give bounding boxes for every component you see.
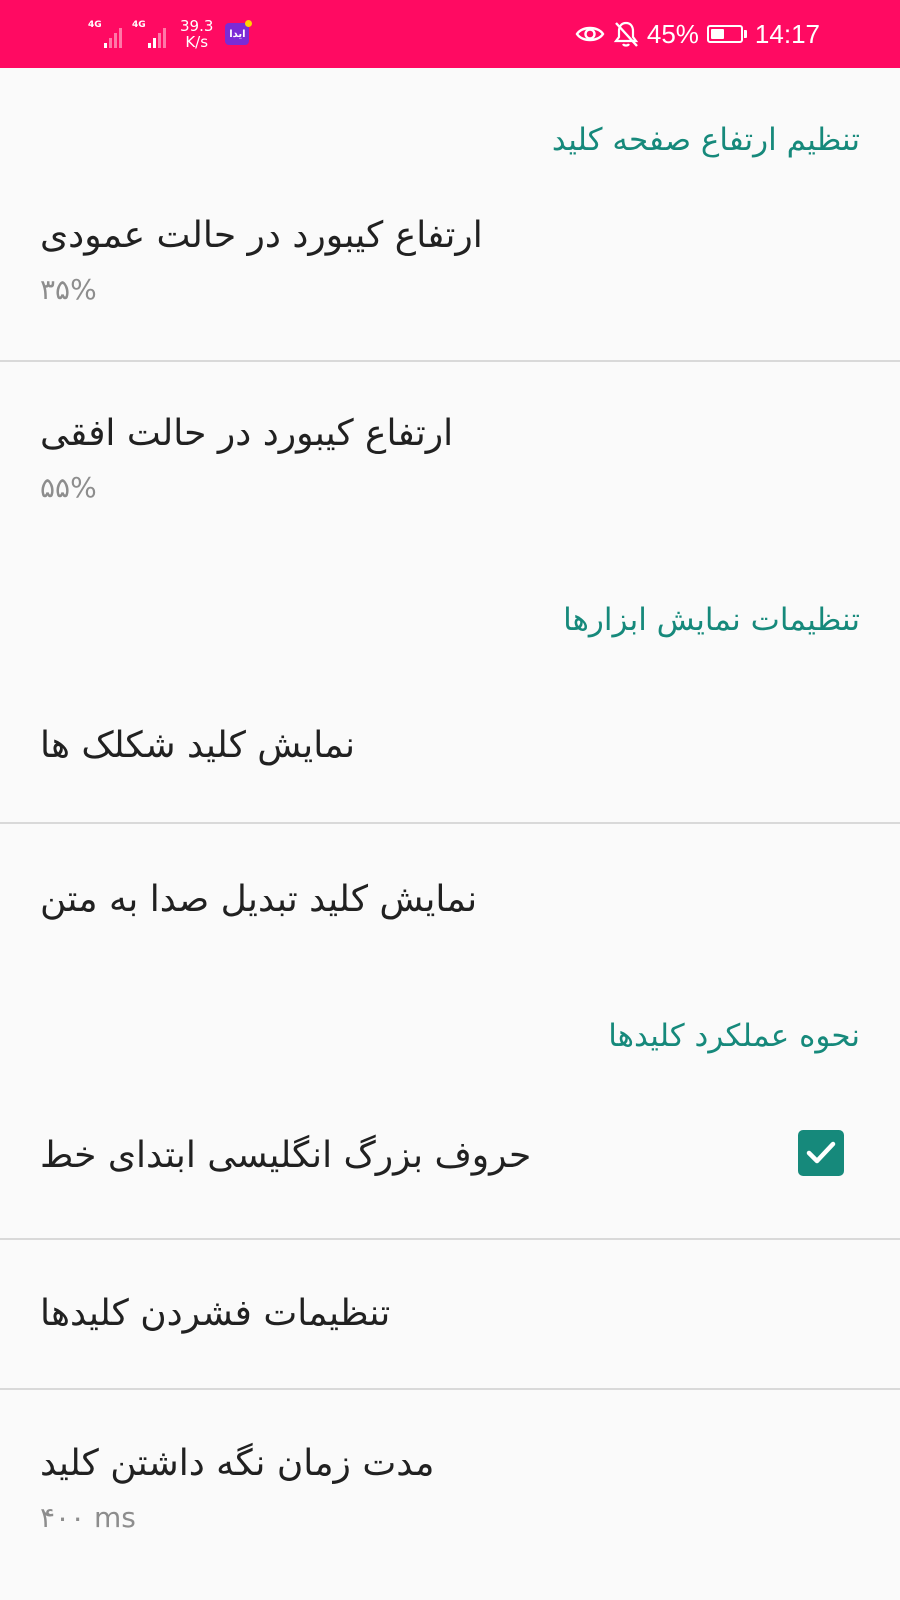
auto-caps-checkbox[interactable] <box>798 1130 844 1176</box>
pref-portrait-height-summary: ۳۵% <box>40 273 97 306</box>
pref-voice-key-title: نمایش کلید تبدیل صدا به متن <box>40 879 478 920</box>
pref-voice-key[interactable]: نمایش کلید تبدیل صدا به متن <box>0 824 900 988</box>
pref-long-press-duration-title: مدت زمان نگه داشتن کلید <box>40 1443 435 1484</box>
category-tools-display: تنظیمات نمایش ابزارها <box>563 602 860 638</box>
check-icon <box>806 1141 836 1164</box>
sim2-signal-icon: 4G <box>132 20 166 48</box>
pref-emoji-key-title: نمایش کلید شکلک ها <box>40 725 355 766</box>
app-notification-icon: ایدا <box>225 20 253 45</box>
pref-emoji-key[interactable]: نمایش کلید شکلک ها <box>0 672 900 824</box>
category-key-behavior: نحوه عملکرد کلیدها <box>608 1018 860 1054</box>
pref-landscape-height[interactable]: ارتفاع کیبورد در حالت افقی ۵۵% <box>0 362 900 574</box>
clock: 14:17 <box>754 18 820 49</box>
status-right: 45% 14:17 <box>575 14 820 54</box>
sim2-network-label: 4G <box>132 20 146 30</box>
pref-portrait-height-title: ارتفاع کیبورد در حالت عمودی <box>40 215 483 256</box>
pref-press-settings[interactable]: تنظیمات فشردن کلیدها <box>0 1240 900 1390</box>
pref-long-press-duration[interactable]: مدت زمان نگه داشتن کلید ۴۰۰ ms <box>0 1390 900 1580</box>
pref-auto-caps[interactable]: حروف بزرگ انگلیسی ابتدای خط <box>0 1082 900 1240</box>
battery-percent: 45% <box>646 18 699 49</box>
status-left: 4G 4G 39.3 K/s ایدا <box>88 14 253 54</box>
pref-landscape-height-title: ارتفاع کیبورد در حالت افقی <box>40 413 454 454</box>
pref-press-settings-title: تنظیمات فشردن کلیدها <box>40 1293 391 1334</box>
pref-auto-caps-title: حروف بزرگ انگلیسی ابتدای خط <box>40 1135 532 1176</box>
battery-icon <box>706 25 747 43</box>
pref-landscape-height-summary: ۵۵% <box>40 471 97 504</box>
settings-list: تنظیم ارتفاع صفحه کلید ارتفاع کیبورد در … <box>0 68 900 1580</box>
sim1-signal-icon: 4G <box>88 20 122 48</box>
pref-portrait-height[interactable]: ارتفاع کیبورد در حالت عمودی ۳۵% <box>0 170 900 362</box>
pref-long-press-duration-summary: ۴۰۰ ms <box>40 1501 136 1534</box>
eye-icon <box>575 22 605 46</box>
status-bar: 4G 4G 39.3 K/s ایدا 45% 14:17 <box>0 0 900 68</box>
network-speed-unit: K/s <box>185 33 209 51</box>
network-speed: 39.3 K/s <box>180 18 213 50</box>
bell-off-icon <box>613 20 639 48</box>
sim1-network-label: 4G <box>88 20 102 30</box>
network-speed-value: 39.3 <box>180 17 214 35</box>
category-keyboard-height: تنظیم ارتفاع صفحه کلید <box>551 122 860 158</box>
